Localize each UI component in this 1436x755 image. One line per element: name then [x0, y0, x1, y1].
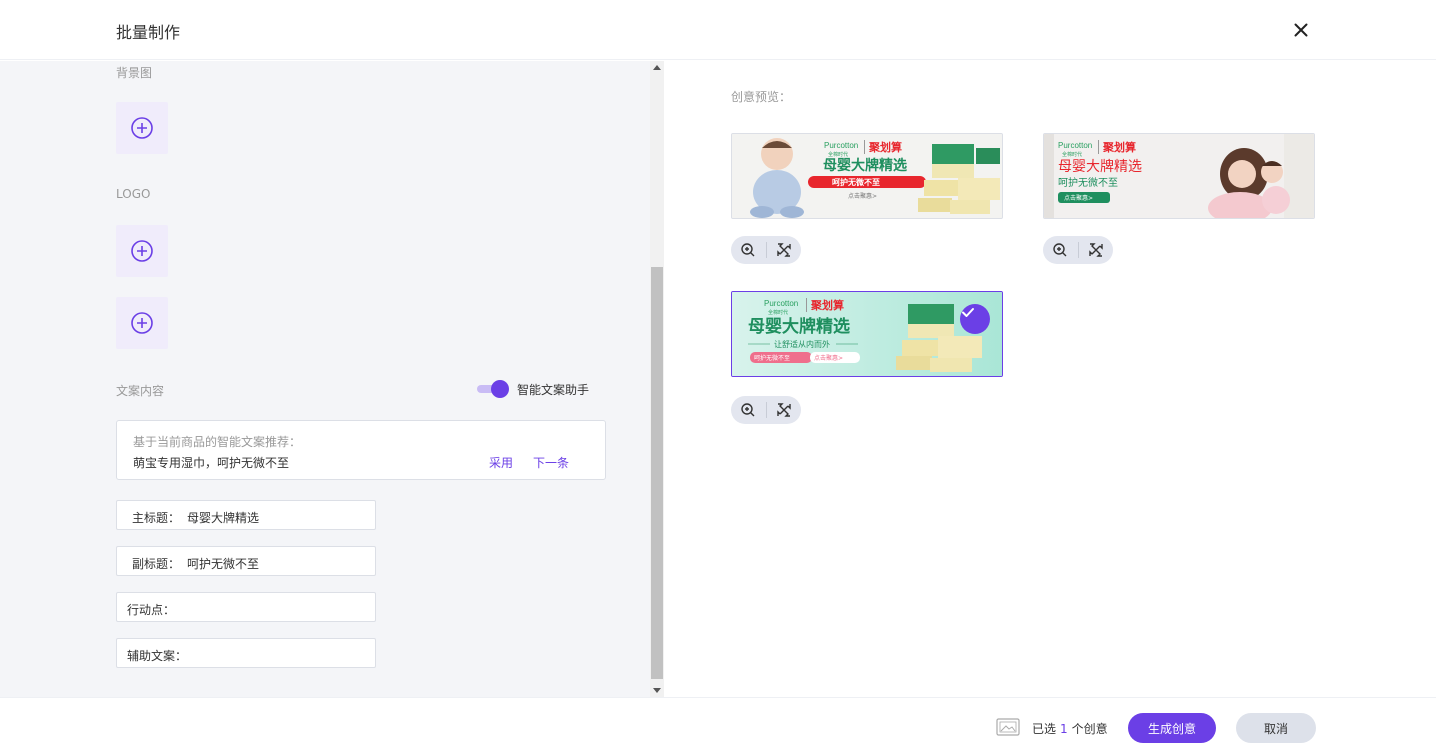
zoom-in-icon[interactable] [1050, 240, 1070, 260]
action-separator [766, 402, 767, 418]
image-icon [996, 718, 1020, 736]
replace-icon[interactable] [774, 400, 794, 420]
assistant-toggle-label: 智能文案助手 [517, 383, 590, 397]
dialog-footer: 已选 1 个创意 生成创意 取消 [0, 697, 1436, 755]
main-title-value[interactable]: 母婴大牌精选 [187, 509, 259, 526]
sub-title-value[interactable]: 呵护无微不至 [187, 555, 259, 572]
selected-prefix: 已选 [1032, 722, 1057, 736]
left-scrollbar[interactable] [650, 61, 664, 697]
main-title-label: 主标题： [132, 511, 181, 525]
zoom-in-icon[interactable] [738, 240, 758, 260]
config-panel: 背景图 LOGO 文案内容 智能文案助手 基于当前商品的智能文案推荐： 萌宝专用… [0, 61, 664, 697]
plus-circle-icon [131, 240, 153, 262]
card-2-platform: 聚划算 [1102, 140, 1136, 154]
zoom-in-icon[interactable] [738, 400, 758, 420]
creative-card-2[interactable]: Purcotton 全棉时代 聚划算 母婴大牌精选 呵护无微不至 点击聚惠> [1043, 133, 1315, 219]
copy-label: 文案内容 [116, 384, 165, 398]
action-separator [766, 242, 767, 258]
adopt-link[interactable]: 采用 [489, 454, 513, 471]
main-title-field[interactable]: 主标题： 母婴大牌精选 [116, 500, 376, 530]
dialog-title: 批量制作 [116, 23, 181, 42]
card-1-actions [731, 236, 801, 264]
suggestion-box: 基于当前商品的智能文案推荐： 萌宝专用湿巾，呵护无微不至 采用 下一条 [116, 420, 606, 480]
card-2-subline: 呵护无微不至 [1058, 176, 1118, 189]
card-2-actions [1043, 236, 1113, 264]
selected-suffix: 个创意 [1071, 722, 1108, 736]
aux-copy-label: 辅助文案： [127, 649, 188, 663]
generate-button[interactable]: 生成创意 [1128, 713, 1216, 743]
suggestion-text: 萌宝专用湿巾，呵护无微不至 [133, 456, 290, 470]
plus-circle-icon [131, 312, 153, 334]
selected-count: 1 [1060, 722, 1068, 736]
background-upload-button[interactable] [116, 102, 168, 154]
background-label: 背景图 [116, 66, 153, 80]
selected-check-icon [960, 304, 990, 334]
card-1-brand: Purcotton [824, 141, 858, 150]
creative-card-3[interactable]: Purcotton 全棉时代 聚划算 母婴大牌精选 让舒适从内而外 呵护无微不至… [731, 291, 1003, 377]
card-3-tag: 呵护无微不至 [754, 354, 790, 362]
card-3-brand-cn: 全棉时代 [768, 309, 788, 316]
card-1-brand-cn: 全棉时代 [828, 151, 848, 158]
action-separator [1078, 242, 1079, 258]
preview-panel: 创意预览： Purcotton 全棉时代 聚划算 母婴大牌精选 呵护无微不至 点… [665, 61, 1436, 697]
scroll-down-icon[interactable] [653, 688, 661, 693]
card-1-platform: 聚划算 [868, 140, 902, 154]
toggle-knob [491, 380, 509, 398]
replace-icon[interactable] [1086, 240, 1106, 260]
scroll-thumb[interactable] [651, 267, 663, 679]
card-3-actions [731, 396, 801, 424]
sub-title-label: 副标题： [132, 557, 181, 571]
scroll-up-icon[interactable] [653, 65, 661, 70]
card-2-brand: Purcotton [1058, 141, 1092, 150]
logo-label: LOGO [116, 187, 151, 201]
creative-image-1: Purcotton 全棉时代 聚划算 母婴大牌精选 呵护无微不至 点击聚惠> [732, 134, 1002, 218]
cancel-button[interactable]: 取消 [1236, 713, 1316, 743]
assistant-toggle[interactable] [477, 379, 509, 399]
close-icon[interactable] [1289, 18, 1313, 42]
plus-circle-icon [131, 117, 153, 139]
action-field[interactable]: 行动点： [116, 592, 376, 622]
card-2-brand-cn: 全棉时代 [1062, 151, 1082, 158]
logo-upload-button-1[interactable] [116, 225, 168, 277]
card-3-platform: 聚划算 [810, 298, 844, 312]
logo-upload-button-2[interactable] [116, 297, 168, 349]
card-1-headline: 母婴大牌精选 [823, 157, 907, 174]
selected-count-text: 已选 1 个创意 [1032, 720, 1108, 737]
card-1-subline: 呵护无微不至 [832, 177, 880, 187]
suggestion-hint: 基于当前商品的智能文案推荐： [133, 435, 302, 449]
creative-image-2: Purcotton 全棉时代 聚划算 母婴大牌精选 呵护无微不至 点击聚惠> [1044, 134, 1314, 218]
preview-label: 创意预览： [731, 90, 792, 104]
card-2-headline: 母婴大牌精选 [1058, 158, 1142, 175]
replace-icon[interactable] [774, 240, 794, 260]
card-3-headline: 母婴大牌精选 [748, 316, 850, 337]
action-label: 行动点： [127, 603, 176, 617]
next-link[interactable]: 下一条 [533, 454, 569, 471]
card-3-brand: Purcotton [764, 299, 798, 308]
sub-title-field[interactable]: 副标题： 呵护无微不至 [116, 546, 376, 576]
dialog-header: 批量制作 [0, 0, 1436, 60]
card-3-cta: 点击聚惠> [814, 354, 843, 362]
card-2-cta: 点击聚惠> [1064, 194, 1093, 202]
card-1-cta: 点击聚惠> [848, 192, 877, 200]
card-3-subline: 让舒适从内而外 [774, 339, 830, 349]
aux-copy-field[interactable]: 辅助文案： [116, 638, 376, 668]
creative-card-1[interactable]: Purcotton 全棉时代 聚划算 母婴大牌精选 呵护无微不至 点击聚惠> [731, 133, 1003, 219]
